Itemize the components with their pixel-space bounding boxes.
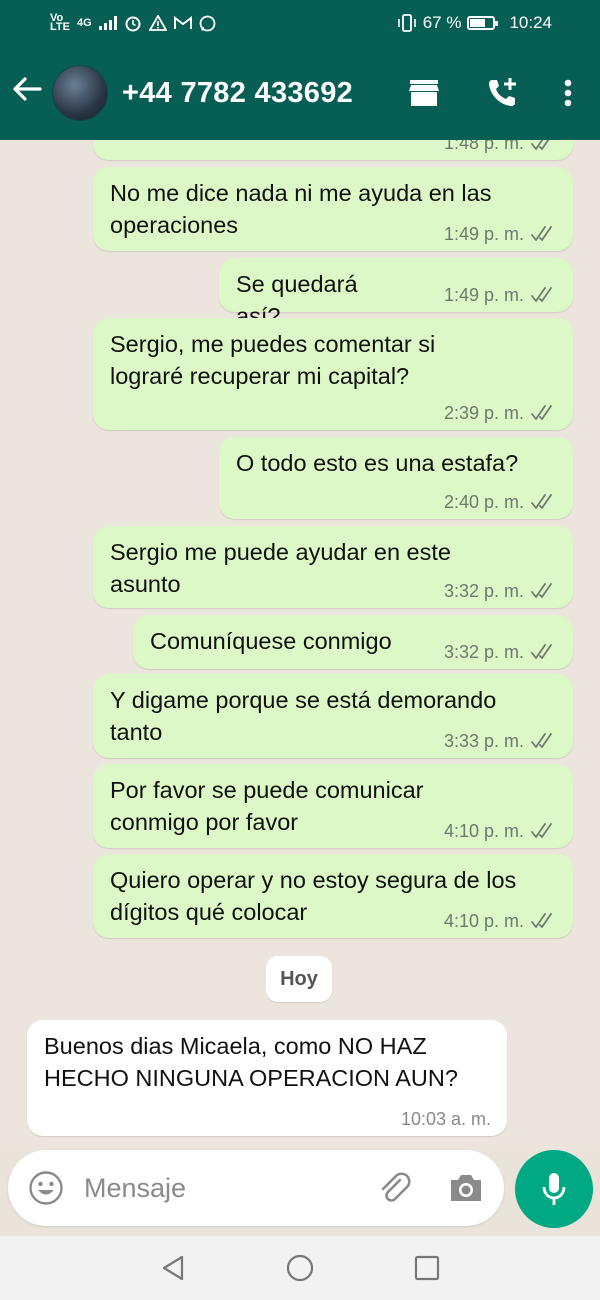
warning-icon [148, 15, 167, 31]
message-composer: Mensaje [8, 1150, 504, 1226]
message-bubble[interactable]: Y digame porque se está demorando tanto … [93, 674, 573, 758]
read-receipt-icon [531, 913, 552, 928]
message-bubble[interactable]: Sergio me puede ayudar en este asunto 3:… [93, 526, 573, 608]
date-separator: Hoy [266, 956, 332, 1002]
message-text: O todo esto es una estafa? [236, 450, 519, 476]
read-receipt-icon [531, 644, 552, 659]
read-receipt-icon [531, 226, 552, 241]
message-input[interactable]: Mensaje [84, 1173, 340, 1204]
read-receipt-icon [531, 823, 552, 838]
message-time: 3:33 p. m. [443, 731, 524, 751]
more-vert-icon[interactable] [564, 79, 572, 107]
message-text: Sergio, me puedes comentar si lograré re… [110, 331, 436, 389]
message-meta: 2:39 p. m. [444, 404, 557, 422]
emoji-icon[interactable] [28, 1170, 64, 1206]
message-bubble[interactable]: favor 1:48 p. m. [93, 140, 573, 160]
back-arrow-icon [13, 77, 42, 101]
message-meta: 10:03 a. m. [401, 1110, 491, 1128]
volte-indicator: Vo LTE [50, 12, 70, 33]
read-receipt-icon [531, 583, 552, 598]
store-icon[interactable] [408, 79, 440, 107]
message-time: 4:10 p. m. [443, 821, 524, 841]
whatsapp-icon [199, 15, 216, 31]
contact-avatar[interactable] [52, 65, 108, 121]
chat-area[interactable]: favor 1:48 p. m. No me dice nada ni me a… [0, 140, 600, 1150]
mic-button[interactable] [515, 1150, 593, 1228]
status-time: 10:24 [509, 13, 552, 32]
message-bubble[interactable]: No me dice nada ni me ayuda en las opera… [93, 167, 573, 251]
message-time: 1:49 p. m. [443, 285, 524, 305]
read-receipt-icon [531, 405, 552, 420]
attach-icon[interactable] [376, 1170, 412, 1206]
message-text: Buenos dias Micaela, como NO HAZ HECHO N… [44, 1033, 458, 1091]
status-icons-right: 67 % 10:24 [397, 13, 552, 33]
message-bubble[interactable]: Sergio, me puedes comentar si lograré re… [93, 318, 573, 430]
message-bubble[interactable]: Comuníquese conmigo 3:32 p. m. [133, 615, 573, 669]
message-time: 3:32 p. m. [443, 581, 524, 601]
message-bubble[interactable]: Por favor se puede comunicar conmigo por… [93, 764, 573, 848]
gmail-icon [173, 16, 192, 29]
read-receipt-icon [531, 494, 552, 509]
message-time: 3:32 p. m. [443, 642, 524, 662]
message-meta: 2:40 p. m. [444, 493, 557, 511]
message-time: 10:03 a. m. [400, 1109, 491, 1129]
system-nav-bar [0, 1236, 600, 1300]
battery-percentage: 67 % [422, 13, 462, 32]
message-meta: 3:32 p. m. [444, 582, 557, 600]
network-gen: 4G [76, 17, 92, 29]
nav-recents-icon[interactable] [414, 1255, 440, 1281]
camera-icon[interactable] [448, 1172, 484, 1204]
alarm-icon [125, 16, 141, 32]
message-bubble[interactable]: Quiero operar y no estoy segura de los d… [93, 854, 573, 938]
message-time: 1:49 p. m. [443, 224, 524, 244]
message-meta: 4:10 p. m. [444, 822, 557, 840]
chat-header: +44 7782 433692 [0, 46, 600, 140]
message-time: 1:48 p. m. [443, 140, 524, 153]
read-receipt-icon [531, 287, 552, 302]
message-meta: 1:49 p. m. [444, 286, 557, 304]
read-receipt-icon [531, 140, 550, 150]
message-meta: 1:49 p. m. [444, 225, 557, 243]
message-meta: 4:10 p. m. [444, 912, 557, 930]
nav-back-icon[interactable] [160, 1254, 186, 1282]
nav-home-icon[interactable] [286, 1254, 314, 1282]
message-bubble[interactable]: Se quedará así? 1:49 p. m. [219, 258, 573, 329]
mic-icon [542, 1173, 566, 1205]
status-icons-left: Vo LTE 4G [50, 12, 216, 33]
message-bubble[interactable]: O todo esto es una estafa? 2:40 p. m. [219, 437, 573, 519]
battery-icon [467, 16, 499, 30]
status-bar: Vo LTE 4G 67 % 10:24 [0, 0, 600, 46]
message-bubble-incoming[interactable]: Buenos dias Micaela, como NO HAZ HECHO N… [27, 1020, 507, 1136]
message-time: 2:40 p. m. [443, 492, 524, 512]
add-call-icon[interactable] [486, 77, 518, 109]
message-meta: 3:33 p. m. [444, 732, 557, 750]
message-time: 4:10 p. m. [443, 911, 524, 931]
contact-name[interactable]: +44 7782 433692 [122, 77, 353, 110]
header-actions [408, 77, 600, 109]
back-button[interactable] [0, 76, 52, 110]
message-time: 2:39 p. m. [443, 403, 524, 423]
message-meta: 1:48 p. m. [444, 140, 557, 152]
vibrate-icon [397, 14, 416, 32]
read-receipt-icon [531, 733, 552, 748]
message-meta: 3:32 p. m. [444, 643, 557, 661]
signal-icon [98, 16, 117, 30]
